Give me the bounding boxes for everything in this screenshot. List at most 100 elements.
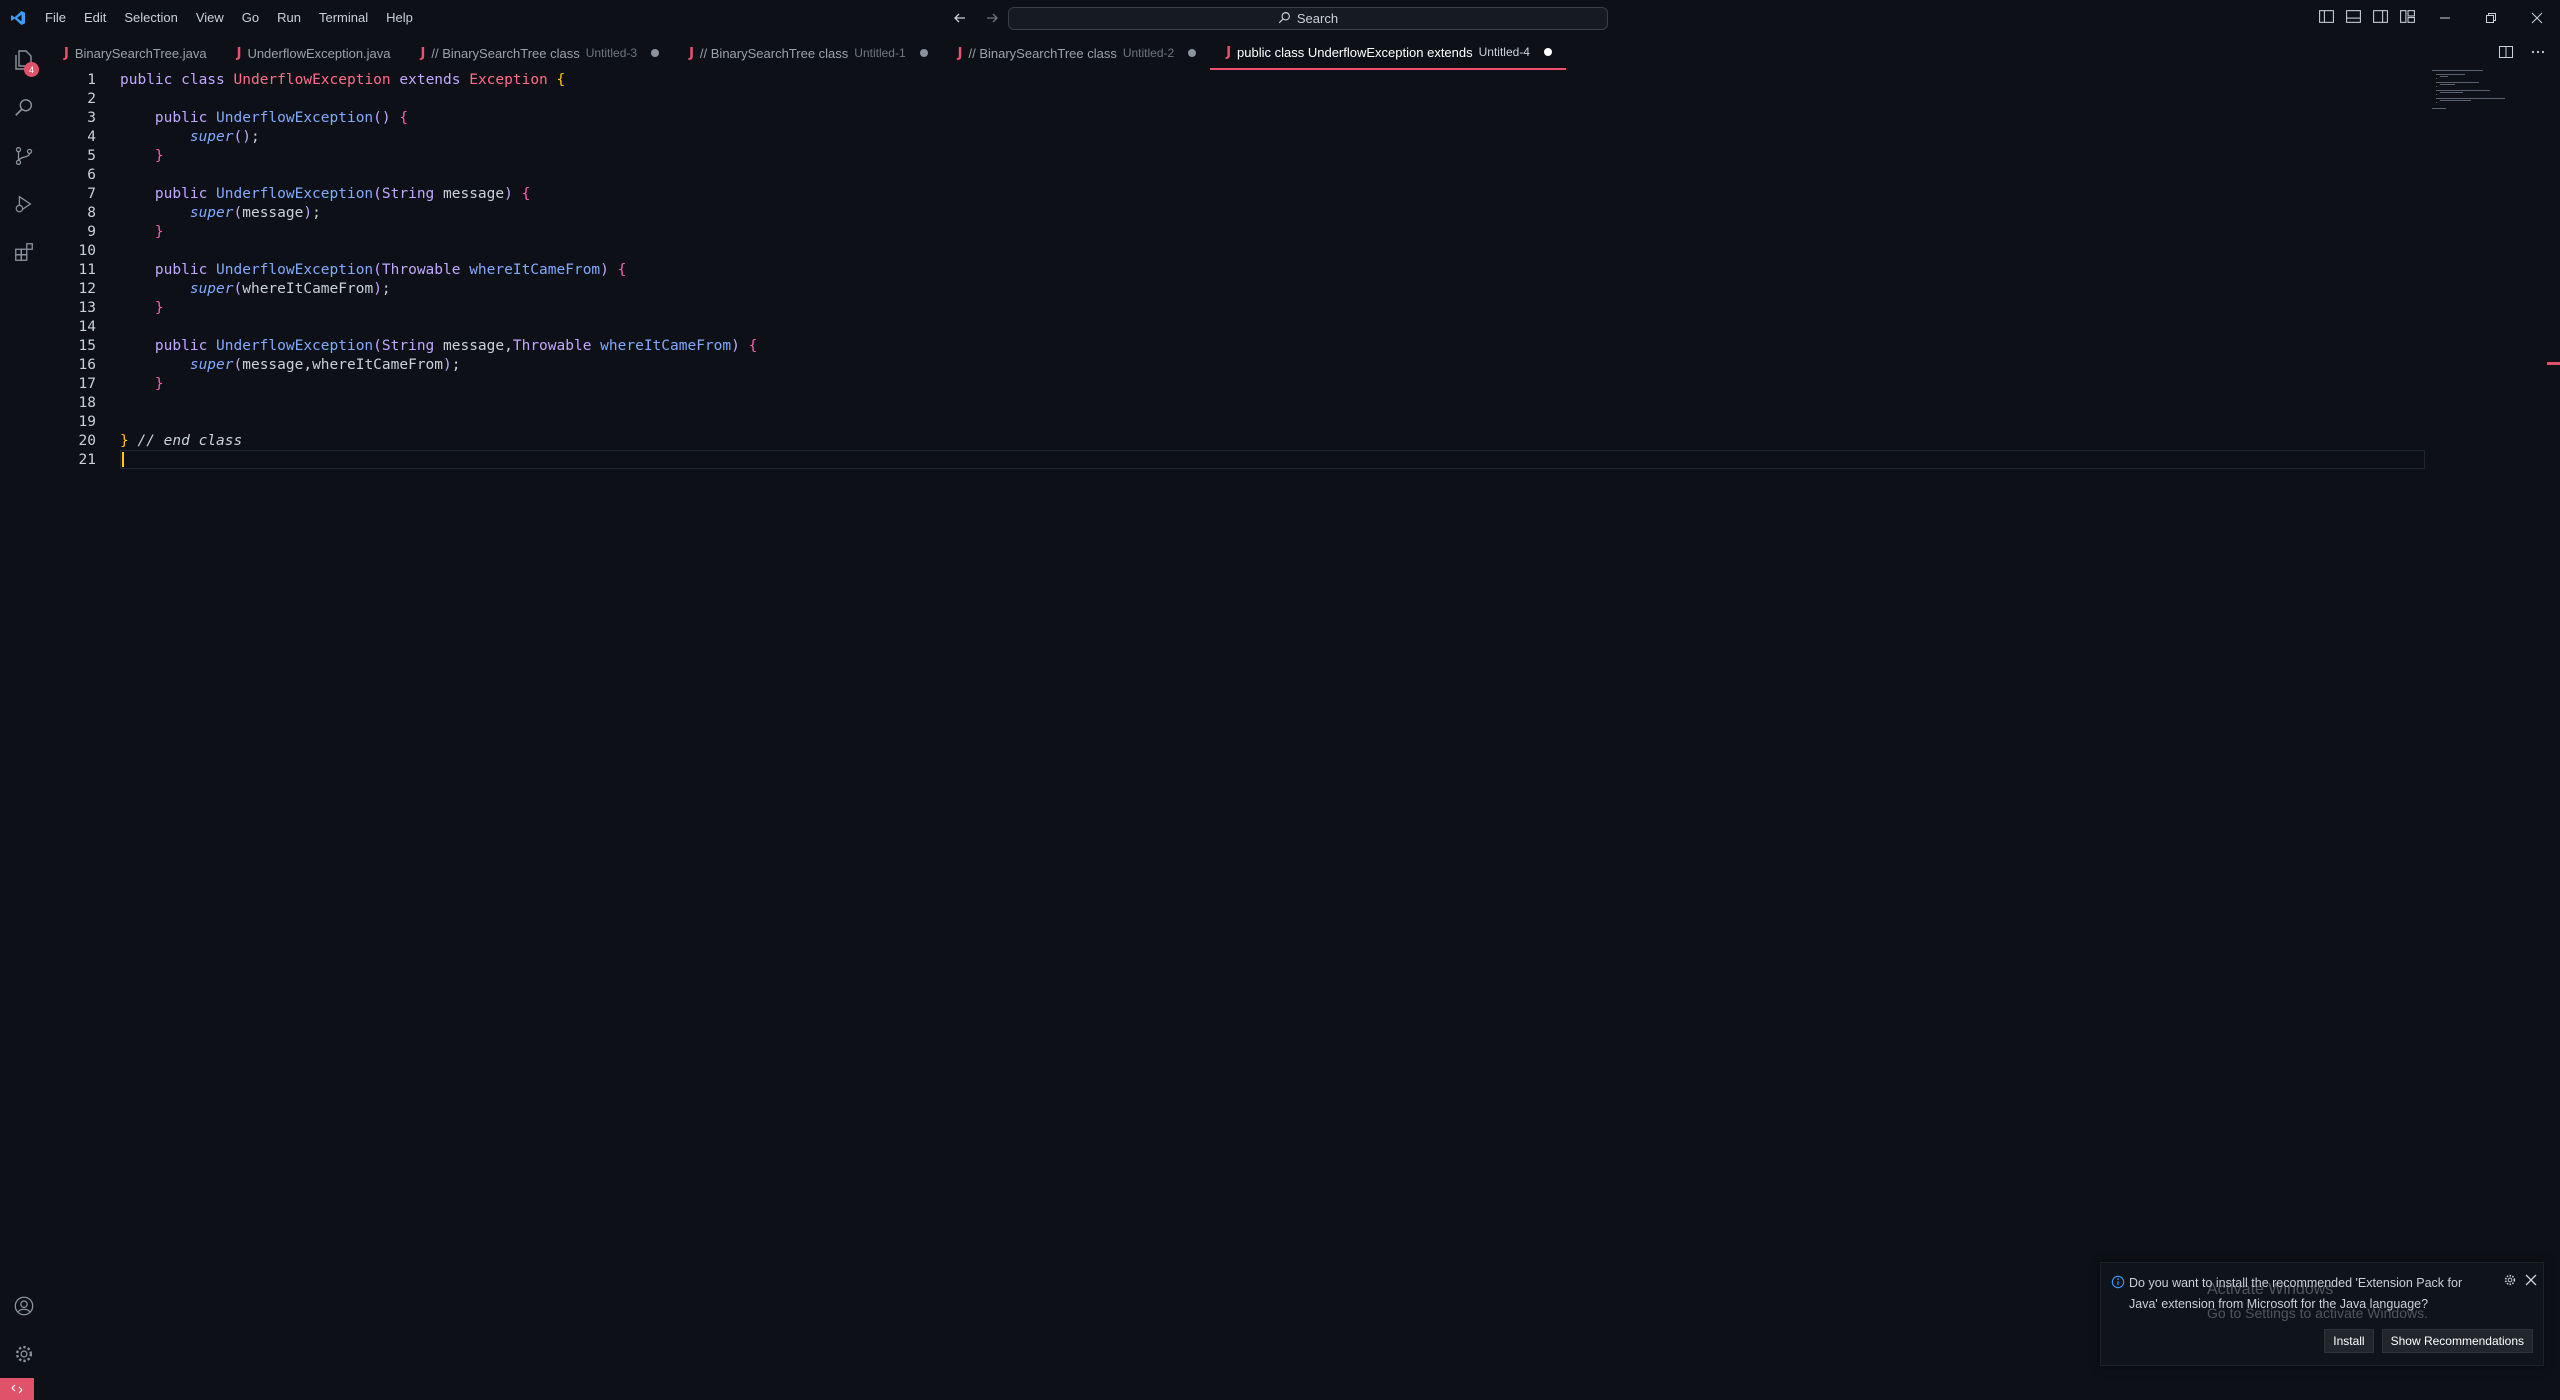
code-line[interactable]: 14 (48, 317, 2428, 336)
account-icon[interactable] (0, 1282, 48, 1330)
minimap-line (2436, 82, 2479, 83)
menu-help[interactable]: Help (377, 0, 422, 36)
code-line[interactable]: 12 super(whereItCameFrom); (48, 279, 2428, 298)
code-line[interactable]: 16 super(message,whereItCameFrom); (48, 355, 2428, 374)
command-center-search[interactable]: Search (1008, 7, 1608, 30)
menu-file[interactable]: File (36, 0, 75, 36)
minimap-line (2440, 92, 2463, 93)
line-number: 6 (87, 166, 96, 183)
unsaved-dot-icon[interactable] (919, 49, 928, 57)
code-text: public UnderflowException(String message… (154, 185, 531, 202)
code-line[interactable]: 13 } (48, 298, 2428, 317)
code-line[interactable]: 8 super(message); (48, 203, 2428, 222)
code-line[interactable]: 4 super(); (48, 127, 2428, 146)
code-line[interactable]: 5 } (48, 146, 2428, 165)
split-editor-icon[interactable] (2498, 44, 2514, 60)
tab-untitled-1[interactable]: J // BinarySearchTree class Untitled-1 (673, 36, 942, 70)
customize-layout-icon[interactable] (2399, 8, 2416, 25)
activate-windows-title: Activate Windows (2207, 1281, 2334, 1298)
toggle-secondary-sidebar-icon[interactable] (2372, 8, 2389, 25)
arrow-left-icon[interactable] (950, 8, 970, 28)
tab-untitled-2[interactable]: J // BinarySearchTree class Untitled-2 (942, 36, 1211, 70)
remote-icon[interactable] (0, 1378, 34, 1400)
code-text: } (154, 223, 164, 240)
code-line[interactable]: 20} // end class (48, 431, 2428, 450)
line-number: 16 (78, 356, 96, 373)
code-line[interactable]: 11 public UnderflowException(Throwable w… (48, 260, 2428, 279)
tab-untitled-4[interactable]: J public class UnderflowException extend… (1210, 36, 1566, 70)
code-text: super(); (189, 128, 260, 145)
minimap-line (2440, 84, 2455, 85)
more-icon[interactable] (2530, 44, 2546, 60)
line-number: 18 (78, 394, 96, 411)
install-button[interactable]: Install (2324, 1329, 2374, 1353)
unsaved-dot-icon[interactable] (1188, 49, 1197, 57)
settings-gear-icon[interactable] (0, 1330, 48, 1378)
line-number: 12 (78, 280, 96, 297)
line-number: 8 (87, 204, 96, 221)
code-line[interactable]: 10 (48, 241, 2428, 260)
restore-icon[interactable] (2468, 0, 2514, 36)
minimap-line (2436, 78, 2437, 79)
code-editor[interactable]: 1 public class UnderflowException extends… (48, 70, 2560, 1378)
window-close-icon[interactable] (2514, 0, 2560, 36)
search-view-icon[interactable] (0, 84, 48, 132)
code-line[interactable]: 7 public UnderflowException(String messa… (48, 184, 2428, 203)
activate-windows-subtitle: Go to Settings to activate Windows. (2207, 1305, 2428, 1321)
editor-tabs: J BinarySearchTree.java J UnderflowExcep… (48, 36, 2560, 70)
menu-edit[interactable]: Edit (75, 0, 115, 36)
minimap-line (2440, 76, 2448, 77)
layout-controls (2318, 8, 2416, 25)
code-line[interactable]: 21 (48, 450, 2428, 469)
tab-untitled-3[interactable]: J // BinarySearchTree class Untitled-3 (405, 36, 674, 70)
tab-underflowexception-java[interactable]: J UnderflowException.java (221, 36, 405, 70)
code-line[interactable]: 3 public UnderflowException() { (48, 108, 2428, 127)
minimize-icon[interactable] (2422, 0, 2468, 36)
menu-go[interactable]: Go (233, 0, 268, 36)
arrow-right-icon[interactable] (982, 8, 1002, 28)
code-text: super(whereItCameFrom); (189, 280, 391, 297)
line-number: 17 (78, 375, 96, 392)
tab-binarysearchtree-java[interactable]: J BinarySearchTree.java (48, 36, 221, 70)
toast-settings-gear-icon[interactable] (2503, 1273, 2517, 1292)
toggle-panel-icon[interactable] (2345, 8, 2362, 25)
menu-terminal[interactable]: Terminal (310, 0, 377, 36)
java-file-icon: J (236, 45, 242, 61)
line-number: 14 (78, 318, 96, 335)
code-text: public UnderflowException(Throwable wher… (154, 261, 627, 278)
code-line[interactable]: 17 } (48, 374, 2428, 393)
source-control-icon[interactable] (0, 132, 48, 180)
extensions-icon[interactable] (0, 228, 48, 276)
unsaved-dot-icon[interactable] (651, 49, 660, 57)
code-line[interactable]: 2 (48, 89, 2428, 108)
code-line[interactable]: 6 (48, 165, 2428, 184)
toggle-primary-sidebar-icon[interactable] (2318, 8, 2335, 25)
code-line[interactable]: 18 (48, 393, 2428, 412)
code-line[interactable]: 9 } (48, 222, 2428, 241)
minimap-line (2436, 102, 2437, 103)
extension-recommendation-toast: Do you want to install the recommended '… (2100, 1262, 2544, 1366)
code-line[interactable]: 15 public UnderflowException(String mess… (48, 336, 2428, 355)
show-recommendations-button[interactable]: Show Recommendations (2381, 1329, 2533, 1353)
minimap-line (2432, 108, 2446, 109)
tab-description: Untitled-2 (1122, 46, 1175, 60)
code-text: } (154, 375, 164, 392)
code-line[interactable]: 1 public class UnderflowException extends… (48, 70, 2428, 89)
menu-run[interactable]: Run (268, 0, 310, 36)
code-text: super(message); (189, 204, 321, 221)
title-bar: File Edit Selection View Go Run Terminal… (0, 0, 2560, 36)
menu-view[interactable]: View (187, 0, 233, 36)
minimap-line (2432, 70, 2483, 71)
run-debug-icon[interactable] (0, 180, 48, 228)
line-number: 7 (87, 185, 96, 202)
line-number: 1 (87, 71, 96, 88)
menu-selection[interactable]: Selection (115, 0, 186, 36)
code-line[interactable]: 19 (48, 412, 2428, 431)
explorer-icon[interactable]: 4 (0, 36, 48, 84)
minimap-line (2436, 90, 2490, 91)
close-icon[interactable] (2525, 1273, 2537, 1291)
minimap[interactable] (2432, 70, 2522, 120)
unsaved-dot-icon[interactable] (1543, 48, 1552, 56)
tab-description: Untitled-3 (585, 46, 638, 60)
line-number: 11 (78, 261, 96, 278)
